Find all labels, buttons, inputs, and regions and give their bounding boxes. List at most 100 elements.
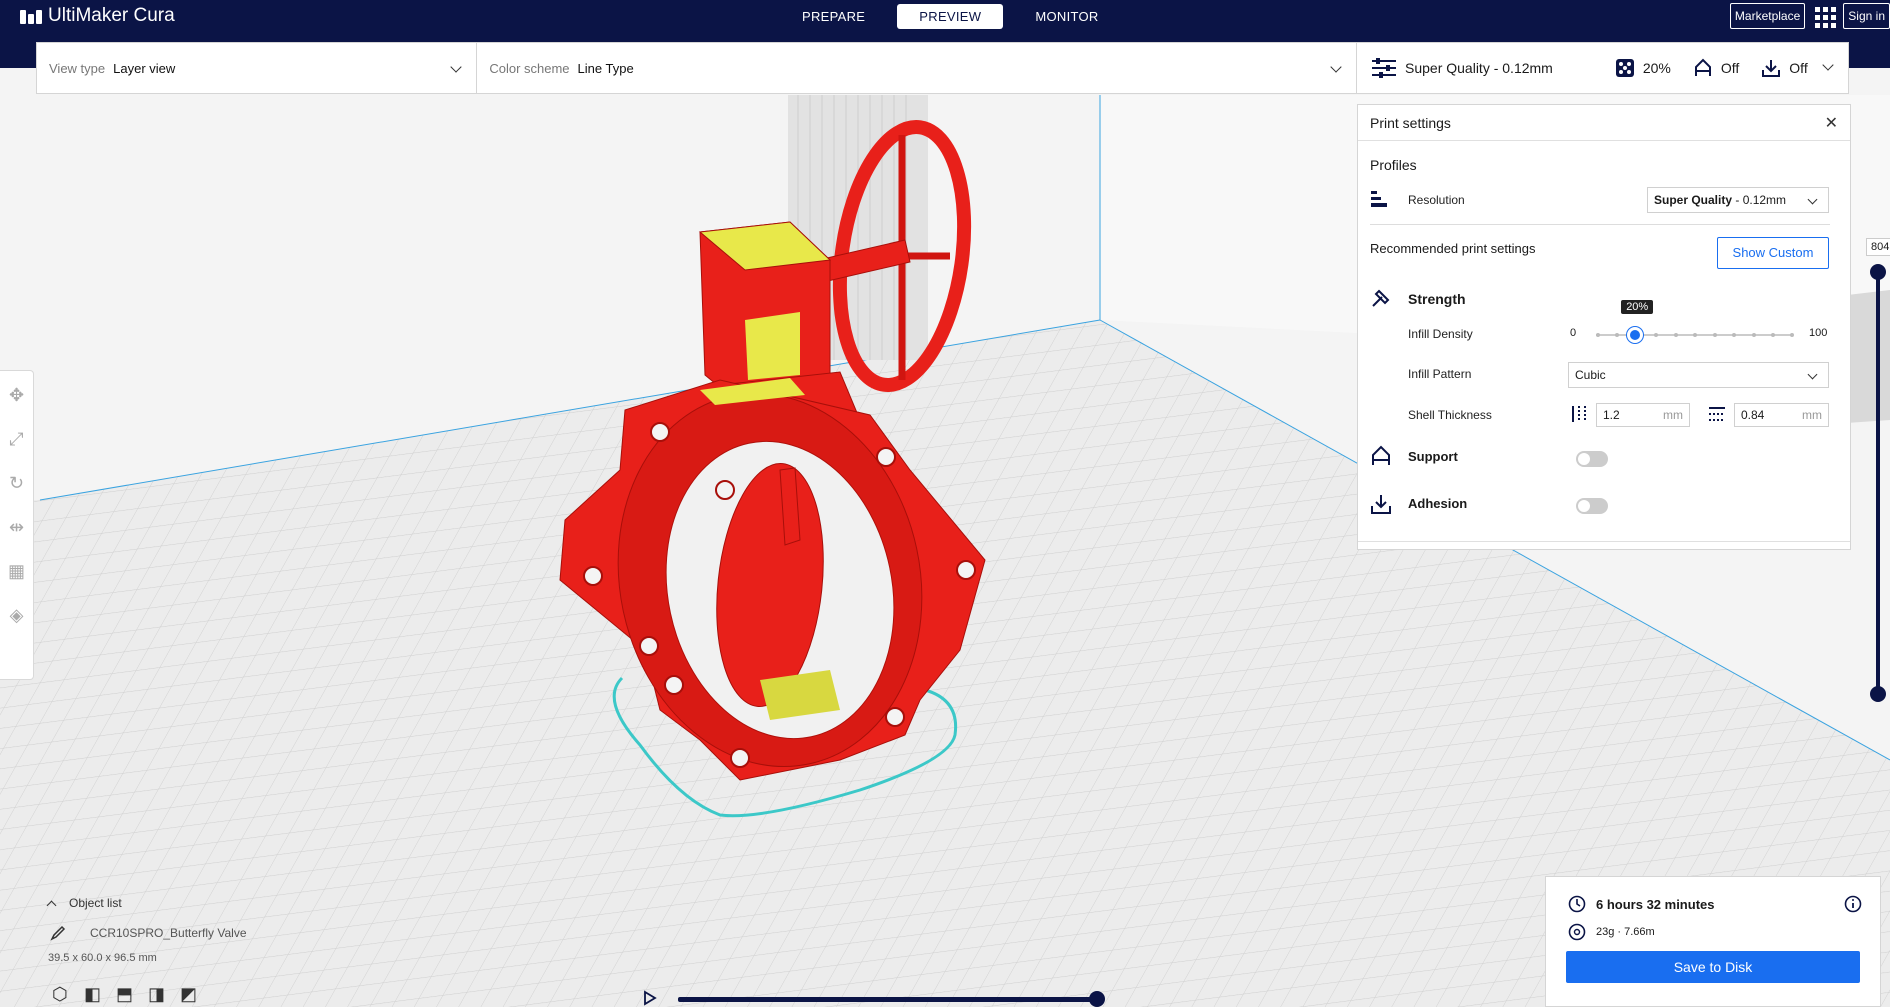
layer-range-slider[interactable] [1876,272,1880,696]
material-usage: 23g · 7.66m [1596,926,1655,938]
color-scheme-select[interactable]: Color scheme Line Type [477,43,1356,93]
info-icon[interactable] [1844,895,1862,913]
adhesion-toggle[interactable] [1576,498,1608,514]
wall-thickness-input[interactable]: 1.2 mm [1596,403,1690,427]
infill-density-handle[interactable] [1627,327,1644,343]
support-icon [1372,445,1390,465]
infill-pattern-select[interactable]: Cubic [1568,362,1829,388]
infill-icon [1615,59,1634,77]
support-blocker-icon[interactable]: ◈ [7,605,27,625]
resolution-icon [1371,191,1387,207]
print-estimate-card: 6 hours 32 minutes 23g · 7.66m Save to D… [1545,876,1881,1007]
infill-min: 0 [1570,327,1577,339]
chevron-down-icon [1807,369,1818,380]
layer-lower-handle[interactable] [1870,686,1886,702]
pencil-icon[interactable] [50,925,66,941]
wall-thickness-value: 1.2 [1603,408,1620,422]
mirror-tool-icon[interactable]: ⇹ [7,517,27,537]
front-view-icon[interactable]: ◧ [84,984,104,1004]
layer-number[interactable]: 804 [1866,238,1890,256]
infill-summary: 20% [1642,60,1671,76]
support-icon [1694,58,1711,76]
support-title: Support [1408,449,1458,464]
strength-icon [1372,289,1390,307]
print-settings-summary[interactable]: Super Quality - 0.12mm 20% Off Off [1357,42,1849,94]
adhesion-summary: Off [1789,60,1808,76]
top-bottom-thickness-unit: mm [1802,408,1822,422]
simulation-playbar [643,988,1105,1007]
object-list-title: Object list [69,896,122,910]
tool-strip: ✥ ⤢ ↻ ⇹ ▦ ◈ [0,370,34,680]
chevron-up-icon [46,900,57,910]
app-title: UltiMaker Cura [48,5,175,26]
strength-title: Strength [1408,291,1466,307]
support-toggle[interactable] [1576,451,1608,467]
close-icon[interactable]: ✕ [1825,113,1838,133]
resolution-value-bold: Super Quality [1654,193,1733,207]
profiles-title: Profiles [1370,157,1417,173]
material-icon [1568,923,1586,941]
right-view-icon[interactable]: ◩ [180,984,200,1004]
simulation-handle[interactable] [1089,991,1105,1007]
rotate-tool-icon[interactable]: ↻ [7,473,27,493]
resolution-label: Resolution [1408,193,1465,207]
save-to-disk-button[interactable]: Save to Disk [1566,951,1860,983]
camera-view-buttons: ⬡ ◧ ⬒ ◨ ◩ [52,984,200,1004]
profile-summary: Super Quality - 0.12mm [1405,60,1553,76]
stage-tabs: PREPARE PREVIEW MONITOR [780,4,1121,29]
tab-monitor[interactable]: MONITOR [1013,4,1120,29]
object-name: CCR10SPRO_Butterfly Valve [90,926,247,940]
object-dimensions: 39.5 x 60.0 x 96.5 mm [48,952,157,964]
show-custom-button[interactable]: Show Custom [1717,237,1829,269]
layer-upper-handle[interactable] [1870,264,1886,280]
panel-resize-handle[interactable] [1358,541,1850,550]
wall-thickness-icon [1572,406,1586,422]
top-bottom-thickness-value: 0.84 [1741,408,1765,422]
top-view-icon[interactable]: ⬒ [116,984,136,1004]
resolution-value-rest: - 0.12mm [1732,193,1787,207]
marketplace-button[interactable]: Marketplace [1729,3,1806,29]
object-entry[interactable]: CCR10SPRO_Butterfly Valve [50,925,247,941]
simulation-track[interactable] [678,997,1098,1002]
view-type-value: Layer view [113,60,176,76]
object-list-toggle[interactable]: Object list [46,896,122,910]
infill-density-slider[interactable]: 20% [1596,300,1794,343]
adhesion-icon [1371,495,1391,514]
wall-thickness-unit: mm [1663,408,1683,422]
view-type-select[interactable]: View type Layer view [37,43,478,93]
adhesion-title: Adhesion [1408,496,1468,511]
ultimaker-logo-icon [20,8,42,24]
infill-max: 100 [1809,327,1828,339]
top-bottom-thickness-icon [1709,407,1725,421]
clock-icon [1568,895,1586,913]
sign-in-button[interactable]: Sign in [1843,3,1890,29]
color-scheme-label: Color scheme [489,60,570,76]
top-bottom-thickness-input[interactable]: 0.84 mm [1734,403,1829,427]
3d-view-icon[interactable]: ⬡ [52,984,72,1004]
left-view-icon[interactable]: ◨ [148,984,168,1004]
view-toolbar: View type Layer view Color scheme Line T… [36,42,1357,94]
per-model-settings-icon[interactable]: ▦ [7,561,27,581]
chevron-down-icon [450,61,463,73]
play-icon[interactable] [643,990,657,1006]
infill-pattern-label: Infill Pattern [1408,367,1472,381]
tab-preview[interactable]: PREVIEW [897,4,1004,29]
support-summary: Off [1720,60,1740,76]
shell-thickness-label: Shell Thickness [1408,408,1492,422]
print-time: 6 hours 32 minutes [1596,896,1715,912]
infill-pattern-value: Cubic [1575,368,1606,382]
chevron-down-icon [1822,59,1834,71]
resolution-select[interactable]: Super Quality - 0.12mm [1647,187,1829,213]
infill-density-tooltip: 20% [1621,300,1654,314]
scale-tool-icon[interactable]: ⤢ [7,429,27,449]
move-tool-icon[interactable]: ✥ [7,385,27,405]
color-scheme-value: Line Type [577,60,634,76]
tab-prepare[interactable]: PREPARE [780,4,887,29]
app-logo: UltiMaker Cura [20,5,175,27]
infill-density-label: Infill Density [1408,327,1473,341]
view-type-label: View type [49,60,106,76]
apps-grid-icon[interactable] [1813,5,1837,28]
settings-sliders-icon [1372,58,1396,78]
adhesion-icon [1762,60,1781,77]
chevron-down-icon [1807,194,1818,205]
